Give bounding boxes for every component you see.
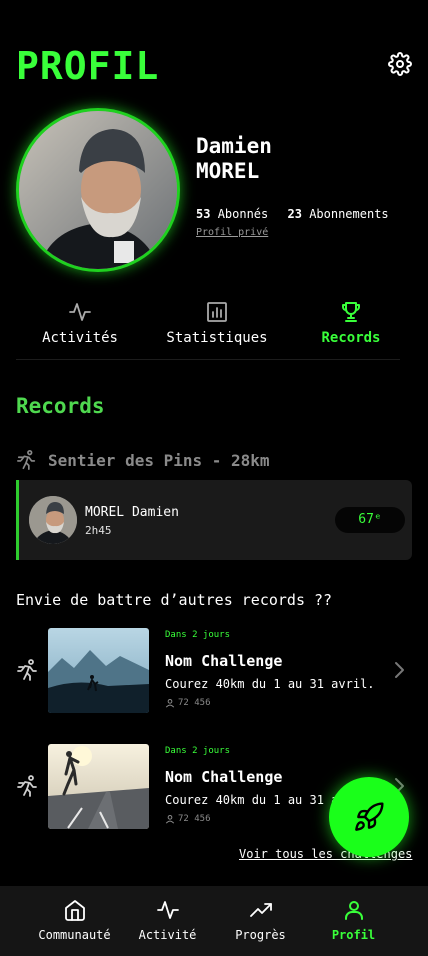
record-entry-card[interactable]: MOREL Damien 2h45 67ᵉ [16, 480, 412, 560]
nav-item-progres[interactable]: Progrès [207, 886, 314, 942]
following-count[interactable]: 23 [288, 207, 302, 221]
private-profile-link[interactable]: Profil privé [196, 227, 268, 238]
following-label[interactable]: Abonnements [309, 207, 388, 221]
nav-label: Communauté [38, 928, 111, 942]
tab-label: Records [321, 330, 381, 346]
chevron-right-icon[interactable] [392, 661, 406, 679]
gear-icon[interactable] [388, 52, 412, 76]
record-time: 2h45 [85, 524, 112, 537]
challenge-participants: 72 456 [165, 814, 211, 824]
participants-count: 72 456 [178, 698, 211, 708]
activity-pulse-icon [69, 303, 91, 321]
follow-stats: 53 Abonnés 23 Abonnements [196, 207, 389, 221]
nav-label: Profil [331, 928, 376, 942]
record-rank-badge: 67ᵉ [335, 507, 405, 533]
person-icon [165, 698, 175, 708]
trail-name: Sentier des Pins - 28km [48, 450, 270, 470]
record-avatar [29, 496, 77, 544]
runner-icon [17, 450, 36, 470]
participants-count: 72 456 [178, 814, 211, 824]
challenge-thumbnail [48, 744, 149, 829]
user-icon [344, 901, 363, 920]
challenge-item[interactable]: Dans 2 jours Nom Challenge Courez 40km d… [0, 628, 428, 716]
person-icon [165, 814, 175, 824]
nav-item-activite[interactable]: Activité [114, 886, 221, 942]
challenge-when: Dans 2 jours [165, 746, 231, 756]
tab-label: Activités [42, 330, 118, 346]
nav-item-communaute[interactable]: Communauté [21, 886, 128, 942]
tab-activites[interactable]: Activités [24, 296, 136, 346]
bar-chart-icon [207, 302, 227, 322]
trail-title: Sentier des Pins - 28km [16, 448, 270, 472]
records-heading: Records [16, 394, 105, 418]
home-icon [64, 900, 85, 921]
profile-last-name: MOREL [196, 159, 260, 183]
bottom-navigation: Communauté Activité Progrès Profil [0, 886, 428, 956]
profile-tabs: Activités Statistiques Records [16, 296, 400, 360]
tab-label: Statistiques [166, 330, 268, 346]
start-activity-button[interactable] [329, 777, 409, 857]
activity-pulse-icon [156, 901, 179, 919]
runner-icon [17, 659, 37, 681]
trophy-icon [342, 302, 360, 322]
runner-icon [17, 775, 37, 797]
challenge-name: Nom Challenge [165, 652, 283, 670]
rocket-icon [355, 802, 384, 831]
trending-up-icon [249, 903, 272, 917]
profile-avatar[interactable] [16, 108, 180, 272]
nav-item-profil[interactable]: Profil [300, 886, 407, 942]
challenge-description: Courez 40km du 1 au 31 avril. [165, 677, 375, 691]
challenges-heading: Envie de battre d’autres records ?? [16, 591, 333, 609]
profile-name: Damien MOREL [196, 134, 272, 184]
nav-label: Activité [138, 928, 197, 942]
nav-label: Progrès [235, 928, 286, 942]
followers-count[interactable]: 53 [196, 207, 210, 221]
challenge-name: Nom Challenge [165, 768, 283, 786]
tab-records[interactable]: Records [306, 296, 396, 346]
challenge-when: Dans 2 jours [165, 630, 231, 640]
followers-label[interactable]: Abonnés [218, 207, 269, 221]
record-user-name: MOREL Damien [85, 505, 179, 520]
challenge-thumbnail [48, 628, 149, 713]
page-title: PROFIL [16, 44, 160, 88]
tab-statistiques[interactable]: Statistiques [152, 296, 282, 346]
challenge-participants: 72 456 [165, 698, 211, 708]
profile-first-name: Damien [196, 134, 272, 158]
